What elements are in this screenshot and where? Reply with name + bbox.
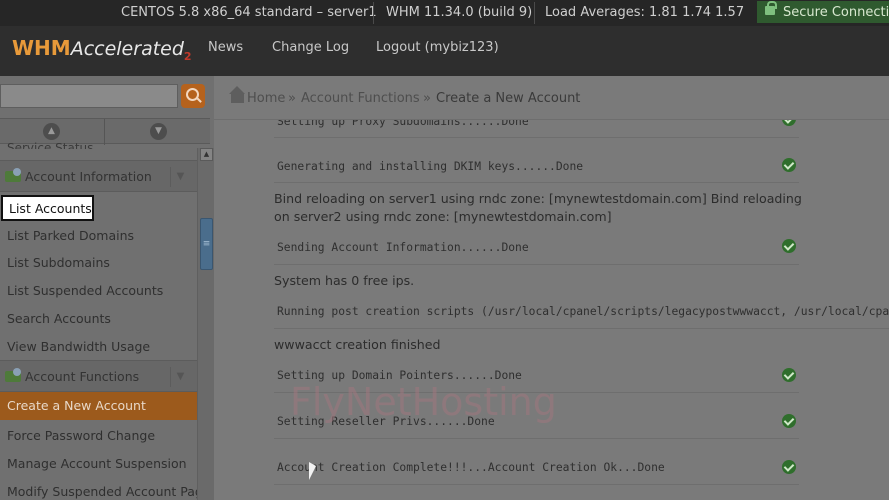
sidebar-group-account-functions[interactable]: Account Functions ▼ [0,360,197,392]
sidebar-item-list-suspended-accounts[interactable]: List Suspended Accounts [7,283,163,298]
scroll-up-arrow-icon[interactable]: ▲ [200,148,213,161]
check-icon [782,368,796,382]
breadcrumb-current-page: Create a New Account [436,91,581,106]
sidebar-item-service-status[interactable]: Service Status [7,137,93,149]
server-status-bar: CENTOS 5.8 x86_64 standard – server1 WHM… [0,0,889,26]
sidebar-item-list-parked-domains[interactable]: List Parked Domains [7,228,134,243]
divider [274,438,799,439]
nav-logout-link[interactable]: Logout (mybiz123) [376,40,499,55]
check-icon [782,239,796,253]
check-icon [782,414,796,428]
lock-icon [765,1,777,15]
sidebar-item-list-accounts[interactable]: List Accounts [1,195,94,221]
log-line: System has 0 free ips. [274,273,415,288]
search-icon[interactable] [181,84,205,108]
logo-version: 2 [183,50,192,63]
breadcrumb-account-functions[interactable]: Account Functions [301,91,420,106]
chevron-down-icon[interactable]: ▼ [170,167,190,187]
server-info: CENTOS 5.8 x86_64 standard – server1 [121,5,377,20]
top-header: WHMAccelerated2 News Change Log Logout (… [0,26,889,76]
breadcrumb-separator: » [288,91,296,106]
watermark-logo: FlyNetHosting [290,380,557,424]
divider [104,119,105,145]
log-line: on server2 using rndc zone: [mynewtestdo… [274,209,612,224]
log-line: Setting up Proxy Subdomains......Done [277,120,529,128]
secure-connection-badge: Secure Connection [757,1,889,23]
sidebar-scrollbar[interactable]: ▲ ≡ [197,148,214,500]
account-functions-icon [5,368,21,382]
log-line: Bind reloading on server1 using rndc zon… [274,191,802,206]
home-icon[interactable] [229,86,245,103]
breadcrumb: Home » Account Functions » Create a New … [214,76,889,120]
whm-version: WHM 11.34.0 (build 9) [386,5,533,20]
logo-accelerated: Accelerated [70,38,184,60]
divider [274,328,889,329]
divider [534,2,535,24]
log-line: Sending Account Information......Done [277,241,529,254]
logo-whm: WHM [12,36,71,60]
sidebar-item-modify-suspended-account-page[interactable]: Modify Suspended Account Page [7,484,211,499]
check-icon [782,120,796,126]
breadcrumb-separator: » [423,91,431,106]
log-line: Account Creation Complete!!!...Account C… [277,461,665,474]
sidebar-item-label: List Accounts [9,201,92,216]
log-line: wwwacct creation finished [274,337,441,352]
sidebar-group-account-information[interactable]: Account Information ▼ [0,160,197,192]
sidebar-item-create-new-account[interactable]: Create a New Account [0,392,197,420]
account-information-icon [5,168,21,182]
whm-logo[interactable]: WHMAccelerated2 [12,36,192,63]
divider [274,182,799,183]
divider [274,264,799,265]
log-line: Generating and installing DKIM keys.....… [277,160,584,173]
account-creation-log: Setting up Proxy Subdomains......Done Ge… [274,120,889,500]
nav-change-log-link[interactable]: Change Log [272,40,349,55]
sidebar-item-force-password-change[interactable]: Force Password Change [7,428,155,443]
divider [373,2,374,24]
divider [274,484,799,485]
sidebar-item-view-bandwidth-usage[interactable]: View Bandwidth Usage [7,339,150,354]
log-line: Running post creation scripts (/usr/loca… [277,305,889,318]
scroll-down-circle-icon[interactable]: ▼ [150,123,167,140]
load-averages: Load Averages: 1.81 1.74 1.57 [545,5,745,20]
group-label: Account Functions [25,369,140,384]
nav-news-link[interactable]: News [208,40,243,55]
mouse-cursor-icon [309,462,316,480]
breadcrumb-home[interactable]: Home [247,91,285,106]
check-icon [782,158,796,172]
sidebar-search-input[interactable] [0,84,178,108]
sidebar-item-search-accounts[interactable]: Search Accounts [7,311,111,326]
check-icon [782,460,796,474]
divider [274,137,799,138]
sidebar-item-label: Create a New Account [7,398,146,413]
sidebar-item-manage-account-suspension[interactable]: Manage Account Suspension [7,456,187,471]
secure-connection-label: Secure Connection [783,5,889,20]
group-label: Account Information [25,169,152,184]
chevron-down-icon[interactable]: ▼ [170,367,190,387]
sidebar: ▲ ▼ Service Status Account Information ▼… [0,76,214,500]
main-content: Home » Account Functions » Create a New … [214,76,889,500]
sidebar-item-list-subdomains[interactable]: List Subdomains [7,255,110,270]
scrollbar-thumb[interactable]: ≡ [200,218,213,270]
